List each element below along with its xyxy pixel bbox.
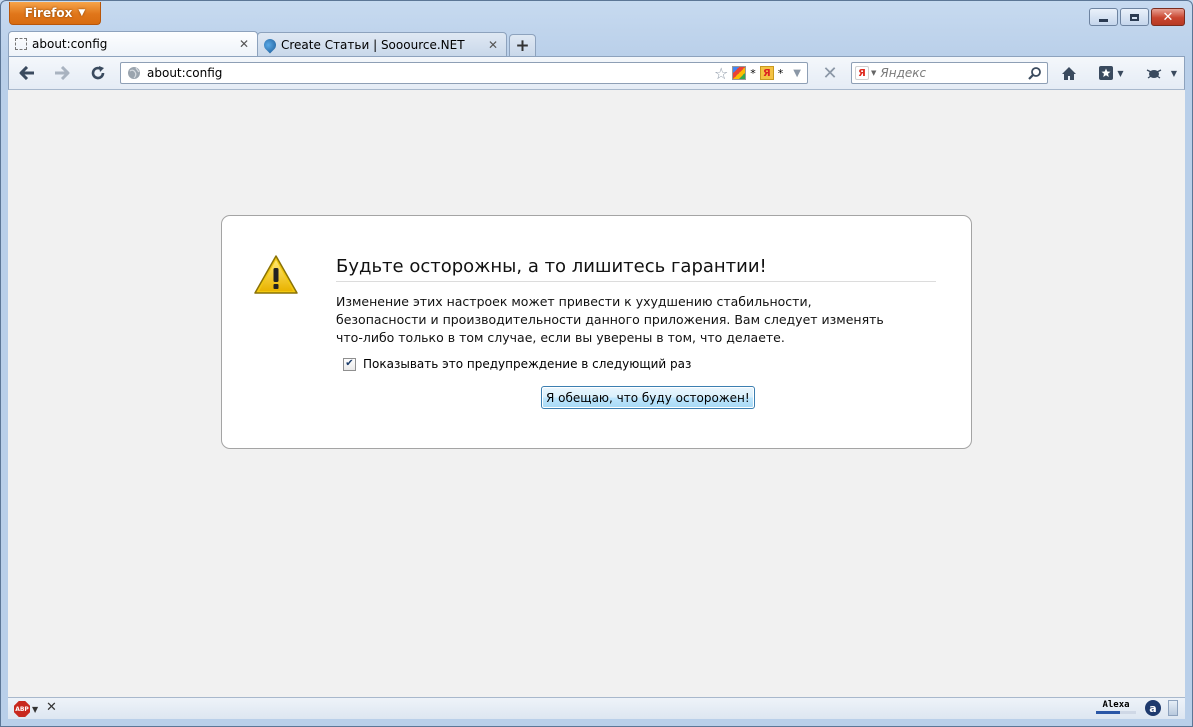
tab-about-config[interactable]: about:config ✕ [8, 31, 258, 56]
warning-dialog: Будьте осторожны, а то лишитесь гарантии… [221, 215, 972, 449]
google-icon[interactable] [732, 66, 747, 80]
show-warning-label[interactable]: Показывать это предупреждение в следующи… [363, 357, 691, 371]
addon-a-label: a [1149, 701, 1157, 715]
alexa-label: Alexa [1102, 700, 1130, 710]
tab-strip: about:config ✕ Create Статьи | Sooource.… [8, 31, 536, 56]
stop-button[interactable]: ✕ [819, 62, 841, 84]
warning-icon [254, 255, 298, 294]
alexa-toolbar-button[interactable]: Alexa [1096, 700, 1136, 714]
minimize-button[interactable] [1089, 8, 1118, 26]
tab-close-icon[interactable]: ✕ [237, 37, 251, 51]
window-controls: ✕ [1089, 8, 1185, 26]
plus-icon: + [515, 35, 530, 56]
adblock-plus-icon: ABP [14, 701, 30, 717]
tab-sooource[interactable]: Create Статьи | Sooource.NET ✕ [257, 32, 507, 56]
close-window-button[interactable]: ✕ [1151, 8, 1185, 26]
url-bar[interactable]: about:config ☆ * Я * ▼ [120, 62, 808, 84]
yandex-letter: Я [762, 67, 771, 79]
url-bar-addons: ☆ * Я * ▼ [714, 64, 801, 83]
resize-grip[interactable] [1168, 700, 1178, 716]
browser-window: Firefox ▼ ✕ about:config ✕ Create Статьи… [0, 0, 1193, 727]
tab-title: about:config [32, 37, 108, 51]
search-engine-selector[interactable]: Я ▼ [855, 66, 876, 80]
search-input[interactable] [876, 66, 1027, 80]
blank-page-icon [15, 38, 27, 50]
chevron-down-icon: ▼ [1117, 68, 1124, 78]
accept-risk-button[interactable]: Я обещаю, что буду осторожен! [541, 386, 755, 409]
addon-a-icon[interactable]: a [1145, 700, 1161, 716]
bookmarks-star-icon [1099, 66, 1114, 80]
chevron-down-icon: ▼ [78, 8, 86, 18]
reload-icon [91, 66, 105, 80]
adblock-plus-button[interactable]: ABP ▼ [14, 701, 38, 717]
globe-icon [128, 67, 140, 79]
google-suffix: * [750, 66, 756, 80]
page-content: Будьте осторожны, а то лишитесь гарантии… [8, 90, 1185, 697]
url-text[interactable]: about:config [147, 66, 714, 80]
chevron-down-icon: ▼ [32, 704, 39, 714]
yandex-icon[interactable]: Я [759, 66, 774, 80]
stop-icon: ✕ [822, 62, 838, 84]
firefox-menu-button[interactable]: Firefox ▼ [9, 2, 101, 25]
bookmarks-button[interactable]: ▼ [1093, 62, 1129, 84]
bookmark-star-icon[interactable]: ☆ [714, 64, 728, 83]
status-bar: ABP ▼ ✕ Alexa a [8, 697, 1185, 719]
forward-arrow-icon [55, 66, 70, 80]
show-warning-checkbox-row[interactable]: ✔ Показывать это предупреждение в следую… [343, 357, 691, 371]
close-addon-bar-icon[interactable]: ✕ [46, 700, 57, 715]
dialog-message: Изменение этих настроек может привести к… [336, 294, 884, 345]
chevron-down-icon: ▼ [1170, 68, 1178, 78]
dialog-title: Будьте осторожны, а то лишитесь гарантии… [336, 256, 936, 282]
yandex-suffix: * [777, 66, 784, 80]
firefox-menu-label: Firefox [24, 6, 73, 20]
home-button[interactable] [1057, 62, 1081, 84]
new-tab-button[interactable]: + [509, 34, 536, 56]
abp-label: ABP [15, 705, 29, 713]
minimize-icon [1099, 18, 1108, 22]
search-icon[interactable] [1027, 66, 1043, 80]
back-button[interactable] [15, 62, 39, 84]
extension-button[interactable]: ▼ [1141, 62, 1181, 84]
show-warning-checkbox[interactable]: ✔ [343, 357, 356, 371]
maximize-icon [1130, 13, 1139, 21]
dropdown-arrow-icon[interactable]: ▼ [793, 68, 801, 79]
bug-icon [1146, 69, 1162, 79]
home-icon [1062, 66, 1076, 80]
search-bar[interactable]: Я ▼ [851, 62, 1048, 84]
navigation-toolbar: about:config ☆ * Я * ▼ ✕ Я ▼ ▼ [8, 56, 1185, 90]
checkmark-icon: ✔ [345, 358, 354, 369]
back-arrow-icon [19, 66, 34, 80]
yandex-logo-letter: Я [858, 67, 866, 79]
forward-button[interactable] [50, 62, 74, 84]
reload-button[interactable] [86, 62, 110, 84]
close-icon: ✕ [1162, 9, 1174, 25]
alexa-rank-bar [1096, 711, 1136, 714]
tab-title: Create Статьи | Sooource.NET [281, 37, 465, 52]
tab-close-icon[interactable]: ✕ [486, 38, 500, 52]
yandex-logo-icon: Я [855, 66, 869, 80]
maximize-button[interactable] [1120, 8, 1149, 26]
drupal-drop-icon [261, 36, 279, 53]
